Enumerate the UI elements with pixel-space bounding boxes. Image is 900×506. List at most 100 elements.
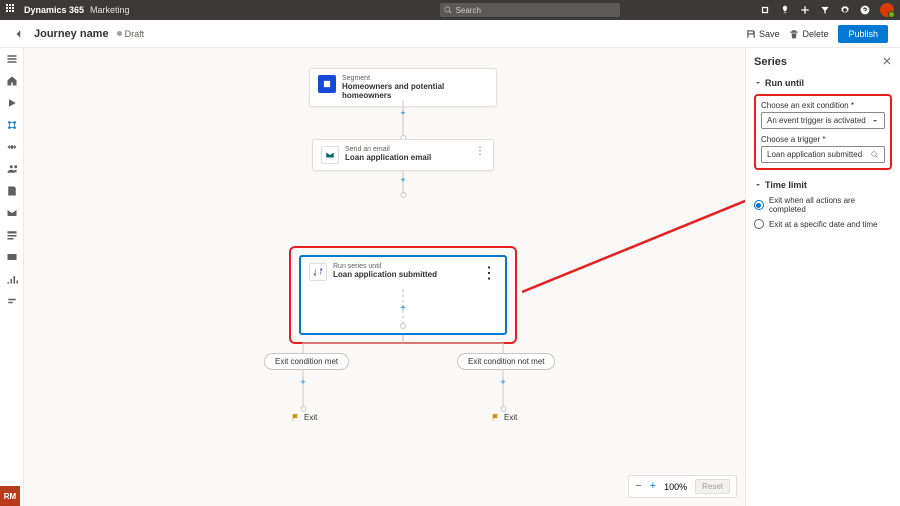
nav-forms-icon[interactable] (5, 228, 19, 242)
section-run-until[interactable]: Run until (754, 78, 892, 88)
lightbulb-icon[interactable] (780, 5, 790, 15)
avatar[interactable] (880, 3, 894, 17)
annotation-highlight-panel: Choose an exit condition * An event trig… (754, 94, 892, 170)
trigger-label: Choose a trigger * (761, 135, 885, 144)
add-step-button[interactable]: + (498, 377, 508, 387)
save-label: Save (759, 29, 780, 39)
chevron-down-icon (871, 117, 879, 125)
nav-rail (0, 48, 24, 506)
exit-node: Exit (291, 413, 317, 422)
delete-button[interactable]: Delete (789, 29, 828, 39)
segment-subtitle: Segment (342, 75, 488, 82)
nav-pages-icon[interactable] (5, 184, 19, 198)
trigger-select[interactable]: Loan application submitted (761, 146, 885, 163)
connector-end (300, 406, 306, 412)
nav-home-icon[interactable] (5, 74, 19, 88)
delete-label: Delete (802, 29, 828, 39)
chevron-down-icon (754, 181, 762, 189)
panel-title: Series (754, 56, 787, 68)
exit-condition-label: Choose an exit condition * (761, 101, 885, 110)
exit-node: Exit (491, 413, 517, 422)
add-step-button[interactable]: + (400, 303, 406, 314)
radio-exit-date-label: Exit at a specific date and time (769, 220, 878, 229)
publish-button[interactable]: Publish (838, 25, 888, 43)
zoom-reset-button[interactable]: Reset (695, 479, 730, 494)
user-badge[interactable]: RM (0, 486, 20, 506)
search-placeholder: Search (456, 6, 481, 15)
nav-settings-icon[interactable] (5, 294, 19, 308)
connector-end (500, 406, 506, 412)
nav-mail-icon[interactable] (5, 206, 19, 220)
command-bar: Journey name Draft Save Delete Publish (0, 20, 900, 48)
help-icon[interactable] (860, 5, 870, 15)
radio-icon (754, 219, 764, 229)
chevron-down-icon (754, 79, 762, 87)
back-button[interactable] (12, 27, 26, 41)
section-time-limit[interactable]: Time limit (754, 180, 892, 190)
gear-icon[interactable] (840, 5, 850, 15)
plus-icon[interactable] (800, 5, 810, 15)
nav-goals-icon[interactable] (5, 140, 19, 154)
flag-icon (291, 413, 300, 422)
email-icon (321, 146, 339, 164)
zoom-in-button[interactable]: + (650, 481, 656, 492)
series-subtitle: Run series until (333, 263, 437, 270)
exit-label: Exit (304, 413, 317, 422)
page-title: Journey name (34, 28, 109, 40)
connector: + (303, 369, 304, 409)
branch-condition-not-met[interactable]: Exit condition not met (457, 353, 555, 370)
node-more-icon[interactable]: ⋮ (481, 263, 497, 283)
filter-icon[interactable] (820, 5, 830, 15)
module-name: Marketing (90, 5, 130, 15)
radio-exit-date[interactable]: Exit at a specific date and time (754, 219, 892, 229)
connector: + (403, 100, 404, 138)
search-icon (871, 151, 879, 159)
status-badge: Draft (117, 29, 145, 39)
global-nav: Dynamics 365 Marketing Search (0, 0, 900, 20)
section-run-until-label: Run until (765, 78, 804, 88)
journey-canvas[interactable]: Segment Homeowners and potential homeown… (24, 48, 745, 506)
app-launcher-icon[interactable] (6, 4, 18, 16)
flag-icon (491, 413, 500, 422)
zoom-out-button[interactable]: − (635, 481, 641, 492)
search-input[interactable]: Search (440, 3, 620, 17)
exit-condition-select[interactable]: An event trigger is activated (761, 112, 885, 129)
close-button[interactable] (882, 56, 892, 68)
nav-journey-icon[interactable] (5, 118, 19, 132)
exit-label: Exit (504, 413, 517, 422)
nav-play-icon[interactable] (5, 96, 19, 110)
nav-collapse-icon[interactable] (5, 52, 19, 66)
radio-exit-all[interactable]: Exit when all actions are completed (754, 196, 892, 214)
properties-panel: Series Run until Choose an exit conditio… (745, 48, 900, 506)
add-step-button[interactable]: + (298, 377, 308, 387)
radio-icon (754, 200, 764, 210)
save-button[interactable]: Save (746, 29, 780, 39)
annotation-arrow (522, 188, 745, 298)
series-title: Loan application submitted (333, 270, 437, 279)
add-step-button[interactable]: + (398, 175, 408, 185)
zoom-control: − + 100% Reset (628, 475, 737, 498)
search-icon (444, 6, 453, 15)
email-subtitle: Send an email (345, 146, 431, 153)
segment-icon (318, 75, 336, 93)
repeat-icon (309, 263, 327, 281)
branch-condition-met[interactable]: Exit condition met (264, 353, 349, 370)
series-node[interactable]: Run series until Loan application submit… (299, 255, 507, 335)
nav-analytics-icon[interactable] (5, 272, 19, 286)
email-title: Loan application email (345, 153, 431, 162)
nav-assets-icon[interactable] (5, 250, 19, 264)
share-icon[interactable] (760, 5, 770, 15)
section-time-limit-label: Time limit (765, 180, 807, 190)
node-more-icon[interactable]: ⋮ (475, 146, 485, 157)
top-actions (760, 3, 894, 17)
product-name: Dynamics 365 (24, 5, 84, 15)
radio-exit-all-label: Exit when all actions are completed (769, 196, 892, 214)
connector: + (503, 369, 504, 409)
connector-end (400, 192, 406, 198)
add-step-button[interactable]: + (398, 108, 408, 118)
segment-title: Homeowners and potential homeowners (342, 82, 488, 100)
trigger-value: Loan application submitted (767, 150, 862, 159)
email-node[interactable]: Send an email Loan application email ⋮ (312, 139, 494, 171)
nav-people-icon[interactable] (5, 162, 19, 176)
connector-end (400, 323, 406, 329)
